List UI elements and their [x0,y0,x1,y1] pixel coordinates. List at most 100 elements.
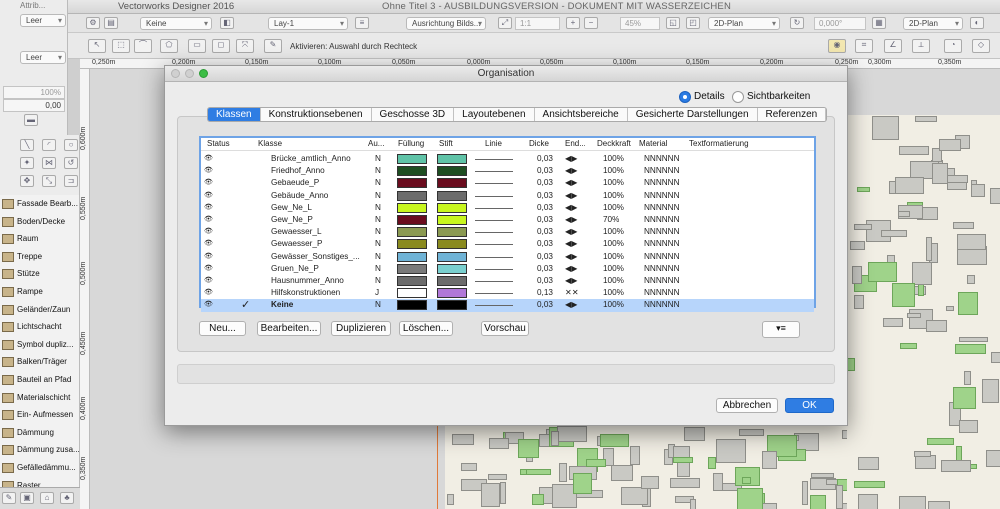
tool-item[interactable]: Ein- Aufmessen [0,406,80,424]
column-header[interactable]: Klasse [258,138,358,150]
tab-5[interactable]: Gesicherte Darstellungen [628,108,758,121]
pen-swatch[interactable] [437,190,467,201]
tool-item[interactable]: Boden/Decke [0,213,80,231]
visibility-eye-icon[interactable]: 👁 [204,214,213,226]
preview-button[interactable]: Vorschau [481,321,529,336]
select-mode-icon[interactable]: ↖ [88,39,106,53]
pen-swatch[interactable] [437,215,467,225]
line-tool-icon[interactable]: ╲ [20,139,34,151]
line-style[interactable] [475,232,513,234]
tree-tab-icon[interactable]: ♣ [60,492,74,504]
tool-item[interactable]: Fassade Bearb... [0,195,80,213]
table-row[interactable]: 👁 Gewaesser_L N 0,03 ◀▶ 100% NNNNNN [201,226,814,238]
fill-swatch[interactable] [397,263,427,274]
pencil-tab-icon[interactable]: ✎ [2,492,16,504]
delete-button[interactable]: Löschen... [399,321,453,336]
building-tab-icon[interactable]: ▣ [20,492,34,504]
pen-swatch[interactable] [437,178,467,189]
table-row[interactable]: 👁 Hilfskonstruktionen J 0,13 ✕✕ 100% NNNNNN [201,287,814,299]
fill-swatch[interactable] [397,288,427,299]
visibility-eye-icon[interactable]: 👁 [204,177,213,189]
zoom-in-icon[interactable]: + [566,17,580,29]
tool-item[interactable]: Geländer/Zaun [0,301,80,319]
table-row[interactable]: 👁 Gewässer_Sonstiges_... N 0,03 ◀▶ 100% NNNNNN [201,251,814,263]
transform-icon[interactable]: ⤧ [236,39,254,53]
snap-angle-icon[interactable]: ∠ [884,39,902,53]
layer-icon[interactable]: ◧ [220,17,234,29]
pen-swatch[interactable] [437,202,467,213]
tab-4[interactable]: Ansichtsbereiche [535,108,628,121]
house-tab-icon[interactable]: ⌂ [40,492,54,504]
snap-grid-icon[interactable]: ⌗ [855,39,873,53]
settings-icon[interactable]: ⚙ [86,17,100,29]
column-header[interactable]: Material [639,138,679,150]
tool-item[interactable]: Bauteil an Pfad [0,371,80,389]
column-header[interactable]: Dicke [529,138,551,150]
tab-6[interactable]: Referenzen [758,108,827,121]
line-style[interactable] [475,293,513,295]
class-icon[interactable]: ▤ [104,17,118,29]
snap-icon[interactable]: ◉ [828,39,846,53]
table-row[interactable]: 👁 Gew_Ne_L N 0,03 ◀▶ 100% NNNNNN [201,202,814,214]
pen-swatch[interactable] [437,166,467,177]
fill-swatch[interactable] [397,178,427,189]
fill-swatch[interactable] [397,251,427,262]
tab-3[interactable]: Layoutebenen [454,108,535,121]
visibility-eye-icon[interactable]: 👁 [204,299,213,311]
snap-tangent-icon[interactable]: ◔ [944,39,962,53]
fill-swatch[interactable] [397,227,427,238]
pen-swatch[interactable] [437,263,467,274]
reshape-tool-icon[interactable]: ⤡ [42,175,56,187]
single-object-icon[interactable]: ◻ [212,39,230,53]
table-row[interactable]: 👁 Gebaeude_P N 0,03 ◀▶ 100% NNNNNN [201,177,814,189]
tool-item[interactable]: Dämmung zusa... [0,441,80,459]
duplicate-button[interactable]: Duplizieren [331,321,391,336]
polygon-select-icon[interactable]: ⬠ [160,39,178,53]
tool-item[interactable]: Lichtschacht [0,318,80,336]
view-icon[interactable]: ◰ [686,17,700,29]
view-select[interactable]: 2D-Plan [708,17,780,30]
line-style[interactable] [475,195,513,197]
tab-2[interactable]: Geschosse 3D [372,108,455,121]
rotate-icon[interactable]: ↻ [790,17,804,29]
pen-swatch[interactable] [437,227,467,238]
scale-icon[interactable]: ⤢ [498,17,512,29]
fill-swatch[interactable] [397,215,427,225]
pen-swatch[interactable] [437,154,467,164]
column-header[interactable]: Status [207,138,247,150]
zoom-icon[interactable] [199,69,208,78]
table-row[interactable]: 👁 Gew_Ne_P N 0,03 ◀▶ 70% NNNNNN [201,214,814,226]
class-table[interactable]: Status Klasse Au... Füllung Stift Linie Dicke E… [199,136,816,312]
tool-item[interactable]: Rampe [0,283,80,301]
pen-swatch[interactable] [437,251,467,262]
line-style-icon[interactable]: ▬ [24,114,38,126]
circle-tool-icon[interactable]: ○ [64,139,78,151]
sort-options-icon[interactable]: ▾≡ [762,321,800,338]
visibility-eye-icon[interactable]: 👁 [204,251,213,263]
visibility-eye-icon[interactable]: 👁 [204,287,213,299]
snap-edge-icon[interactable]: ⟂ [912,39,930,53]
layer-options-icon[interactable]: ≡ [355,17,369,29]
column-header[interactable]: Stift [439,138,469,150]
tab-0[interactable]: Klassen [208,108,261,121]
fill-swatch[interactable] [397,300,427,311]
pen-swatch[interactable] [437,288,467,299]
line-style[interactable] [475,220,513,221]
visibility-eye-icon[interactable]: 👁 [204,202,213,214]
rotate-tool-icon[interactable]: ↺ [64,157,78,169]
column-header[interactable]: Linie [485,138,515,150]
options-icon[interactable]: ✎ [264,39,282,53]
visibility-eye-icon[interactable]: 👁 [204,153,213,165]
opacity-field[interactable]: 100% [3,86,65,99]
angle-field[interactable]: 0,000° [814,17,866,30]
table-row[interactable]: 👁 ✓ Keine N 0,03 ◀▶ 100% NNNNNN [201,299,814,312]
line-style[interactable] [475,159,513,160]
line-style[interactable] [475,305,513,307]
projection-select[interactable]: 2D-Plan [903,17,963,30]
marquee-icon[interactable]: ▭ [188,39,206,53]
cancel-button[interactable]: Abbrechen [716,398,778,413]
layer-select[interactable]: Lay-1 [268,17,348,30]
visibility-eye-icon[interactable]: 👁 [204,226,213,238]
ok-button[interactable]: OK [785,398,834,413]
fill-swatch[interactable] [397,239,427,250]
